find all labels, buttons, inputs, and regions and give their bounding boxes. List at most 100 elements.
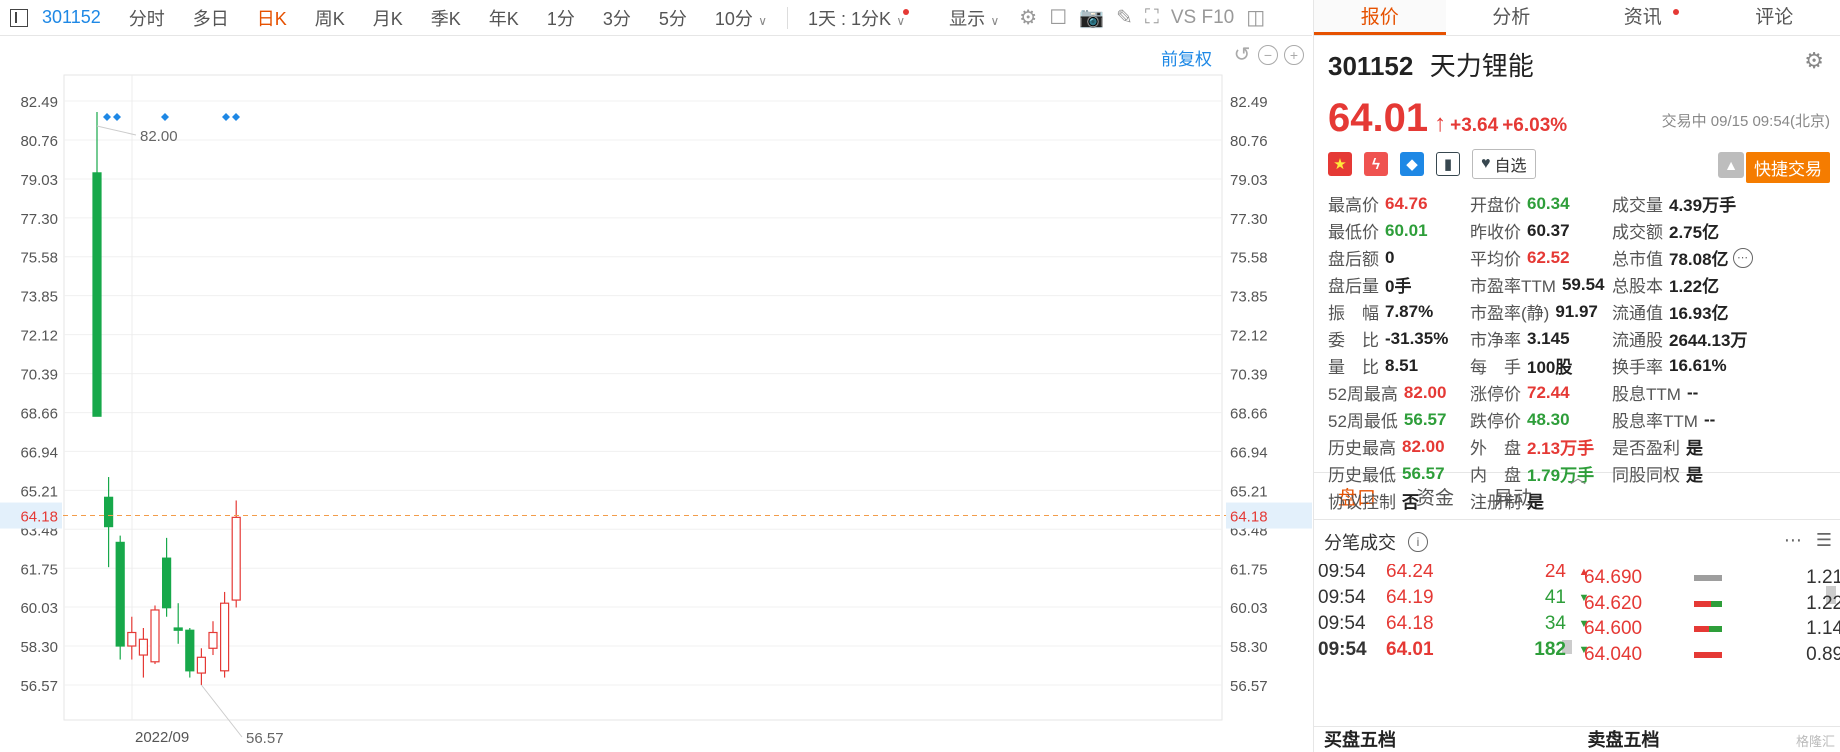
quote-row: 成交量 4.39万手 xyxy=(1612,190,1753,217)
period-5min[interactable]: 5分 xyxy=(645,5,701,31)
y-tick-label-left: 58.30 xyxy=(20,639,58,656)
y-tick-label-right: 77.30 xyxy=(1230,211,1268,228)
low-annotation-leader xyxy=(201,684,243,738)
quote-label: 平均价 xyxy=(1470,250,1521,269)
y-tick-label-left: 72.12 xyxy=(20,328,58,345)
quote-label: 成交量 xyxy=(1612,196,1663,215)
pencil-icon[interactable]: ✎ xyxy=(1110,5,1139,30)
candle-body xyxy=(92,172,102,417)
quote-value: 2.75亿 xyxy=(1669,223,1720,242)
quote-value: 16.61% xyxy=(1669,355,1727,375)
compare-f10-button[interactable]: VS F10 xyxy=(1165,7,1240,29)
tag-icon[interactable]: ◆ xyxy=(1400,152,1424,176)
quote-row: 市盈率TTM 59.54 xyxy=(1470,271,1604,298)
sidebar-toggle-icon[interactable] xyxy=(10,8,28,27)
quote-label: 涨停价 xyxy=(1470,385,1521,404)
range-select[interactable]: 1天 : 1分K ∨ xyxy=(794,5,925,31)
quote-label: 注册制 xyxy=(1470,493,1521,512)
tab-quote[interactable]: 报价 xyxy=(1314,0,1446,35)
period-daily-k[interactable]: 日K xyxy=(243,5,301,31)
add-watchlist-button[interactable]: ♥ 自选 xyxy=(1472,149,1536,179)
lightning-icon[interactable]: ϟ xyxy=(1364,152,1388,176)
order-book-header: 买盘五档 卖盘五档 格隆汇 xyxy=(1314,726,1840,752)
period-weekly-k[interactable]: 周K xyxy=(301,5,359,31)
quote-label: 市盈率TTM xyxy=(1470,277,1556,296)
dist-bar xyxy=(1694,601,1774,607)
period-yearly-k[interactable]: 年K xyxy=(475,5,533,31)
tab-news[interactable]: 资讯 xyxy=(1577,0,1709,35)
dist-bar-sell xyxy=(1710,601,1722,607)
gear-icon[interactable]: ⚙ xyxy=(1804,48,1824,74)
tick-volume: 182 xyxy=(1534,639,1566,660)
more-icon[interactable]: ⋯ xyxy=(1732,247,1753,268)
quote-row: 盘后量 0手 xyxy=(1328,271,1448,298)
tick-time: 09:54 xyxy=(1318,639,1367,660)
tab-analysis[interactable]: 分析 xyxy=(1446,0,1578,35)
dist-price: 64.690 xyxy=(1584,567,1643,588)
info-icon[interactable]: i xyxy=(1408,532,1428,552)
tab-news-label: 资讯 xyxy=(1623,7,1662,28)
quick-trade-button[interactable]: 快捷交易 xyxy=(1746,152,1830,183)
camera-icon[interactable]: 📷 xyxy=(1073,5,1110,30)
y-tick-label-right: 56.57 xyxy=(1230,678,1268,695)
quote-row: 股息率TTM -- xyxy=(1612,406,1753,433)
stock-code-link[interactable]: 301152 xyxy=(42,7,101,28)
candle-body xyxy=(196,656,206,674)
period-10min[interactable]: 10分 ∨ xyxy=(701,5,781,31)
period-quarterly-k[interactable]: 季K xyxy=(417,5,475,31)
list-view-icon[interactable]: ☰ xyxy=(1816,530,1832,551)
tick-list[interactable]: 09:54 64.24 24 ▲ 09:54 64.19 41 ▼ 09:54 64.18 34 ▼ 0… xyxy=(1314,564,1840,674)
quote-label: 是否盈利 xyxy=(1612,439,1680,458)
quote-label: 52周最低 xyxy=(1328,412,1398,431)
quote-label: 52周最高 xyxy=(1328,385,1398,404)
price-dist-row: 64.040 0.89% xyxy=(1584,641,1840,669)
quote-column-3: 成交量 4.39万手 成交额 2.75亿 总市值 78.08亿 ⋯ 总股本 1.22亿 流通值 16… xyxy=(1612,190,1753,487)
period-multiday[interactable]: 多日 xyxy=(179,5,243,31)
y-tick-label-right: 70.39 xyxy=(1230,367,1268,384)
period-intraday[interactable]: 分时 xyxy=(115,5,179,31)
tick-time: 09:54 xyxy=(1318,564,1366,582)
candle-body xyxy=(115,541,125,647)
quote-grid: 最高价 64.76 最低价 60.01 盘后额 0 盘后量 0手振 幅 7.87% 委 比 -31.… xyxy=(1314,182,1840,512)
quote-value: 60.01 xyxy=(1385,220,1428,240)
quote-row: 市净率 3.145 xyxy=(1470,325,1604,352)
kline-chart-area[interactable]: 前复权 ↺ − + 82.49 82.49 80.76 80.76 79.03 79.03… xyxy=(0,37,1312,752)
dist-bar-buy xyxy=(1694,626,1710,632)
app-root: 301152 分时 多日 日K 周K 月K 季K 年K 1分 3分 5分 10分… xyxy=(0,0,1840,752)
quote-value: -- xyxy=(1686,382,1699,402)
quote-label: 盘后量 xyxy=(1328,277,1379,296)
quote-row: 历史最高 82.00 xyxy=(1328,433,1448,460)
ticks-title: 分笔成交 xyxy=(1324,533,1396,553)
period-monthly-k[interactable]: 月K xyxy=(359,5,417,31)
bell-icon[interactable]: ▲ xyxy=(1718,152,1744,178)
y-tick-label-right: 65.21 xyxy=(1230,483,1268,500)
tab-comments[interactable]: 评论 xyxy=(1709,0,1840,35)
quote-value: 48.30 xyxy=(1527,409,1570,429)
y-tick-label-left: 70.39 xyxy=(20,367,58,384)
ticks-header: 分笔成交 i ⋯ ☰ xyxy=(1314,520,1840,564)
y-tick-label-right: 79.03 xyxy=(1230,172,1268,189)
chevron-up-icon[interactable]: ︿ xyxy=(1570,464,1586,488)
dist-bar xyxy=(1694,626,1774,632)
checkbox-icon[interactable]: ☐ xyxy=(1043,5,1073,30)
more-options-icon[interactable]: ⋯ xyxy=(1784,530,1802,551)
quote-value: 2.13万手 xyxy=(1527,439,1595,458)
tick-row: 09:54 64.01 182 ▼ xyxy=(1314,636,1602,664)
y-tick-label-left: 65.21 xyxy=(20,483,58,500)
y-tick-label-right: 60.03 xyxy=(1230,600,1268,617)
quote-row: 流通值 16.93亿 xyxy=(1612,298,1753,325)
tick-row: 09:54 64.24 24 ▲ xyxy=(1314,564,1602,586)
fullscreen-icon[interactable]: ⛶ xyxy=(1139,6,1165,29)
settings-icon[interactable]: ⚙ xyxy=(1013,5,1043,30)
notification-dot xyxy=(1672,9,1679,15)
dist-price: 64.040 xyxy=(1584,644,1643,665)
panel-toggle-icon[interactable]: ◫ xyxy=(1240,5,1271,30)
period-3min[interactable]: 3分 xyxy=(589,5,645,31)
y-tick-label-right: 68.66 xyxy=(1230,406,1268,423)
period-1min[interactable]: 1分 xyxy=(533,5,589,31)
chevron-down-icon: ∨ xyxy=(893,13,906,28)
quote-value: 8.51 xyxy=(1385,355,1419,375)
bookmark-icon[interactable]: ▮ xyxy=(1436,152,1460,176)
quote-value: 78.08亿 xyxy=(1669,250,1729,269)
display-menu[interactable]: 显示 ∨ xyxy=(935,5,1013,31)
